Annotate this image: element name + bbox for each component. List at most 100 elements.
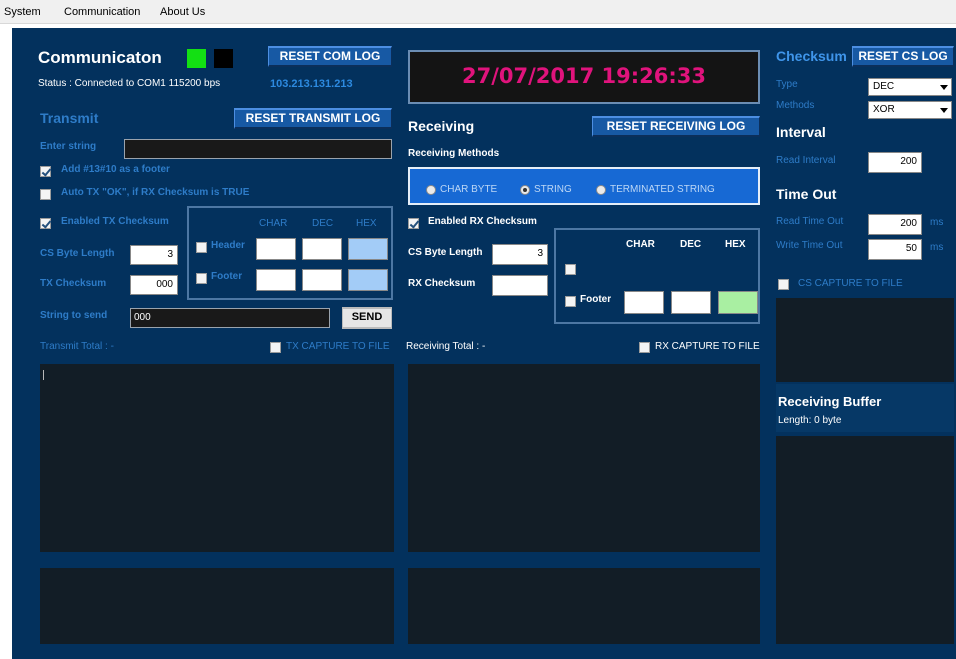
menu-system[interactable]: System bbox=[4, 6, 41, 18]
read-timeout-unit: ms bbox=[930, 217, 944, 228]
cs-methods-label: Methods bbox=[776, 100, 815, 111]
tx-header-dec[interactable] bbox=[302, 238, 342, 260]
rx-footer-hex[interactable] bbox=[718, 291, 758, 314]
rx-col-hex: HEX bbox=[725, 239, 746, 250]
receiving-buffer-title: Receiving Buffer bbox=[778, 394, 882, 409]
com-status: Status : Connected to COM1 115200 bps bbox=[38, 78, 221, 89]
tx-header-checkbox[interactable] bbox=[196, 242, 207, 253]
tx-checksum-input[interactable]: 000 bbox=[130, 275, 178, 295]
rx-capture-checkbox[interactable] bbox=[639, 342, 650, 353]
auto-tx-ok-checkbox[interactable] bbox=[40, 189, 51, 200]
app-window: Communicaton Status : Connected to COM1 … bbox=[12, 28, 956, 659]
write-timeout-input[interactable]: 50 bbox=[868, 239, 922, 260]
menu-bar: System Communication About Us bbox=[0, 0, 956, 24]
tx-footer-label: Footer bbox=[211, 271, 243, 282]
read-timeout-input[interactable]: 200 bbox=[868, 214, 922, 235]
timeout-title: Time Out bbox=[776, 186, 837, 202]
tx-header-hex[interactable] bbox=[348, 238, 388, 260]
enable-rx-checksum-checkbox[interactable] bbox=[408, 218, 419, 229]
tx-cs-byte-length-label: CS Byte Length bbox=[40, 248, 115, 259]
receiving-log[interactable] bbox=[408, 364, 760, 552]
receiving-buffer-length: Length: 0 byte bbox=[778, 415, 842, 426]
rx-header-checkbox[interactable] bbox=[565, 264, 576, 275]
method-string-radio[interactable] bbox=[520, 185, 530, 195]
reset-com-log-button[interactable]: RESET COM LOG bbox=[268, 46, 392, 67]
auto-tx-ok-label: Auto TX "OK", if RX Checksum is TRUE bbox=[61, 187, 250, 198]
receiving-methods-label: Receiving Methods bbox=[408, 148, 500, 159]
enter-string-input[interactable] bbox=[124, 139, 392, 159]
tx-col-dec: DEC bbox=[312, 218, 334, 229]
chevron-down-icon bbox=[940, 85, 948, 90]
cs-methods-value: XOR bbox=[873, 104, 895, 115]
rx-col-char: CHAR bbox=[626, 239, 655, 250]
reset-transmit-log-button[interactable]: RESET TRANSMIT LOG bbox=[234, 108, 392, 129]
method-char-byte-label: CHAR BYTE bbox=[440, 184, 498, 195]
cs-type-select[interactable]: DEC bbox=[868, 78, 952, 96]
reset-receiving-log-button[interactable]: RESET RECEIVING LOG bbox=[592, 116, 760, 137]
transmit-history-log[interactable] bbox=[40, 568, 394, 644]
enable-tx-checksum-checkbox[interactable] bbox=[40, 218, 51, 229]
rx-capture-label: RX CAPTURE TO FILE bbox=[655, 341, 760, 352]
read-interval-input[interactable]: 200 bbox=[868, 152, 922, 173]
rx-cs-byte-length-input[interactable]: 3 bbox=[492, 244, 548, 265]
cs-methods-select[interactable]: XOR bbox=[868, 101, 952, 119]
receiving-total: Receiving Total : - bbox=[406, 341, 486, 352]
tx-header-label: Header bbox=[211, 240, 245, 251]
menu-about[interactable]: About Us bbox=[160, 6, 205, 18]
method-terminated-radio[interactable] bbox=[596, 185, 606, 195]
clock-display: 27/07/2017 19:26:33 bbox=[408, 50, 760, 104]
rx-col-dec: DEC bbox=[680, 239, 702, 250]
tx-col-hex: HEX bbox=[356, 218, 377, 229]
cs-type-value: DEC bbox=[873, 81, 895, 92]
tx-capture-checkbox[interactable] bbox=[270, 342, 281, 353]
interval-title: Interval bbox=[776, 124, 826, 140]
read-interval-label: Read Interval bbox=[776, 155, 836, 166]
rx-footer-char[interactable] bbox=[624, 291, 664, 314]
menu-communication[interactable]: Communication bbox=[64, 6, 140, 18]
rx-checksum-input[interactable] bbox=[492, 275, 548, 296]
com-title: Communicaton bbox=[38, 48, 162, 67]
method-string-label: STRING bbox=[534, 184, 572, 195]
tx-cs-byte-length-input[interactable]: 3 bbox=[130, 245, 178, 265]
rx-footer-label: Footer bbox=[580, 294, 612, 305]
rx-checksum-label: RX Checksum bbox=[408, 278, 476, 289]
method-terminated-label: TERMINATED STRING bbox=[610, 184, 715, 195]
enable-rx-checksum-label: Enabled RX Checksum bbox=[428, 216, 537, 227]
receiving-history-log[interactable] bbox=[408, 568, 760, 644]
cs-type-label: Type bbox=[776, 79, 798, 90]
chevron-down-icon bbox=[940, 108, 948, 113]
footer-crlf-label: Add #13#10 as a footer bbox=[61, 164, 170, 175]
checksum-title: Checksum bbox=[776, 48, 847, 64]
footer-crlf-checkbox[interactable] bbox=[40, 166, 51, 177]
checksum-log[interactable] bbox=[776, 298, 954, 382]
tx-header-char[interactable] bbox=[256, 238, 296, 260]
send-button[interactable]: SEND bbox=[342, 307, 392, 329]
tx-footer-checkbox[interactable] bbox=[196, 273, 207, 284]
connection-led-on bbox=[187, 49, 206, 68]
string-to-send-label: String to send bbox=[40, 310, 108, 321]
tx-col-char: CHAR bbox=[259, 218, 288, 229]
tx-footer-char[interactable] bbox=[256, 269, 296, 291]
tx-footer-hex[interactable] bbox=[348, 269, 388, 291]
ip-address: 103.213.131.213 bbox=[270, 78, 353, 90]
enter-string-label: Enter string bbox=[40, 141, 97, 152]
rx-cs-byte-length-label: CS Byte Length bbox=[408, 247, 483, 258]
text-cursor bbox=[43, 370, 44, 380]
method-char-byte-radio[interactable] bbox=[426, 185, 436, 195]
string-to-send-input[interactable]: 000 bbox=[130, 308, 330, 328]
receiving-buffer-log[interactable] bbox=[776, 436, 954, 644]
cs-capture-label: CS CAPTURE TO FILE bbox=[798, 278, 903, 289]
write-timeout-label: Write Time Out bbox=[776, 240, 843, 251]
reset-cs-log-button[interactable]: RESET CS LOG bbox=[852, 46, 954, 67]
enable-tx-checksum-label: Enabled TX Checksum bbox=[61, 216, 169, 227]
transmit-log[interactable] bbox=[40, 364, 394, 552]
rx-footer-checkbox[interactable] bbox=[565, 296, 576, 307]
write-timeout-unit: ms bbox=[930, 242, 944, 253]
tx-checksum-label: TX Checksum bbox=[40, 278, 107, 289]
receiving-title: Receiving bbox=[408, 118, 475, 134]
read-timeout-label: Read Time Out bbox=[776, 216, 844, 227]
cs-capture-checkbox[interactable] bbox=[778, 279, 789, 290]
rx-footer-dec[interactable] bbox=[671, 291, 711, 314]
tx-capture-label: TX CAPTURE TO FILE bbox=[286, 341, 390, 352]
tx-footer-dec[interactable] bbox=[302, 269, 342, 291]
